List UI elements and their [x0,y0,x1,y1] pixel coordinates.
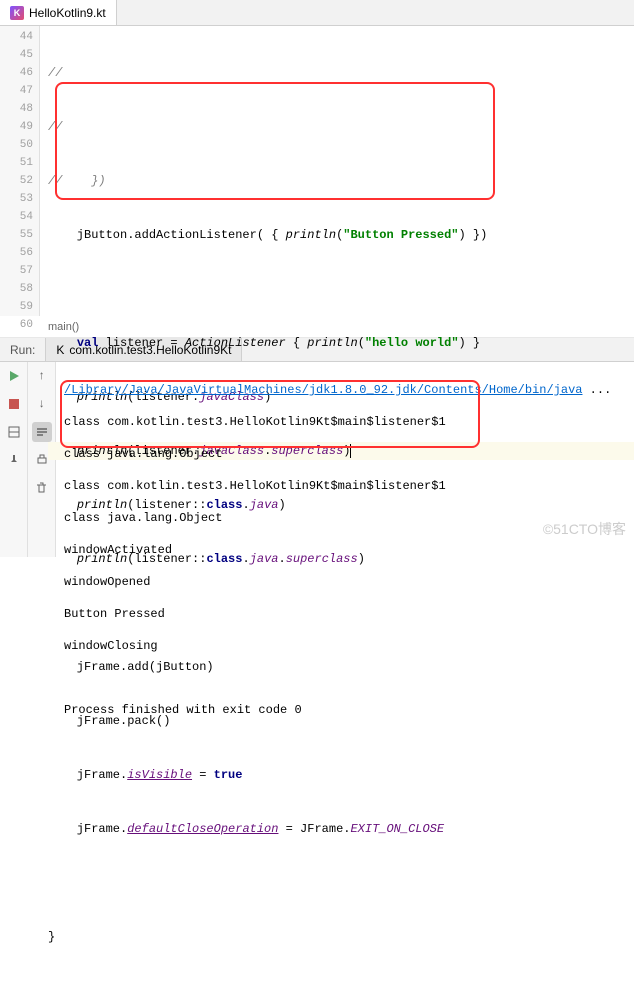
kotlin-file-icon: K [10,6,24,20]
stop-button[interactable] [4,394,24,414]
rerun-button[interactable] [4,366,24,386]
editor-tab-bar: K HelloKotlin9.kt [0,0,634,26]
run-panel: ↑ ↓ /Library/Java/JavaVirtualMachines/jd… [0,362,634,557]
watermark: ©51CTO博客 [543,519,626,539]
layout-button[interactable] [4,422,24,442]
run-panel-title: Run: [0,338,46,361]
line-number-gutter: 444546 474849 505152 535455 565758 5960 [0,26,40,316]
pin-button[interactable] [4,450,24,470]
java-path-link[interactable]: /Library/Java/JavaVirtualMachines/jdk1.8… [64,383,582,397]
file-tab[interactable]: K HelloKotlin9.kt [0,0,117,25]
code-editor[interactable]: 444546 474849 505152 535455 565758 5960 … [0,26,634,316]
code-content[interactable]: // // // }) jButton.addActionListener( {… [40,26,634,316]
run-toolbar-left [0,362,28,557]
file-tab-label: HelloKotlin9.kt [29,6,106,20]
